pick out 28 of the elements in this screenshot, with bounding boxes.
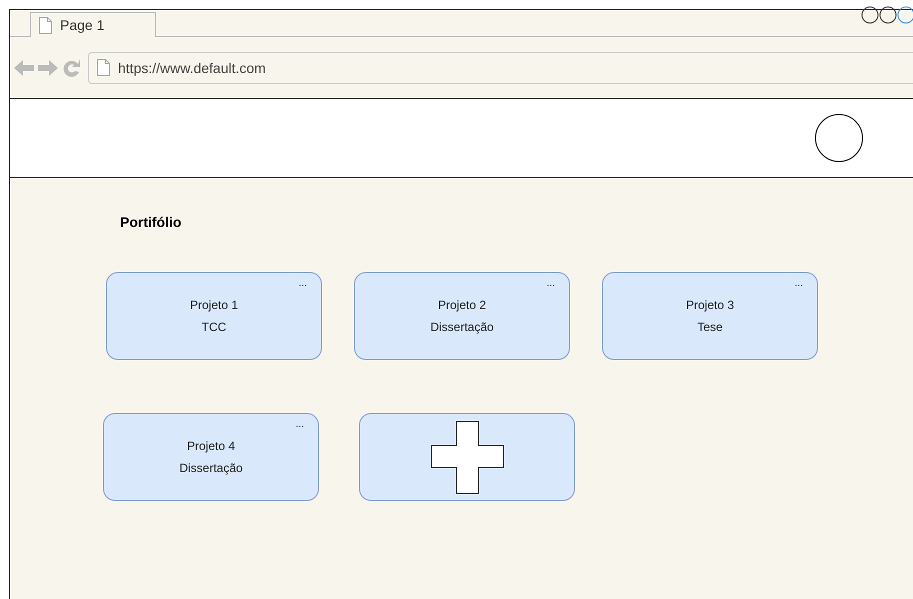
plus-icon xyxy=(430,420,504,494)
more-menu[interactable]: ... xyxy=(298,279,307,289)
page-icon xyxy=(39,16,52,34)
window-controls-icon[interactable] xyxy=(861,6,913,24)
project-name: Projeto 3 xyxy=(686,298,734,312)
add-project-card[interactable] xyxy=(359,413,575,501)
project-card[interactable]: ... Projeto 2 Dissertação xyxy=(354,272,570,360)
page-icon xyxy=(97,59,110,76)
project-type: Tese xyxy=(697,320,723,334)
project-card[interactable]: ... Projeto 1 TCC xyxy=(106,272,322,360)
project-name: Projeto 2 xyxy=(438,298,486,312)
reload-icon[interactable] xyxy=(62,58,82,78)
project-name: Projeto 1 xyxy=(190,298,238,312)
more-menu[interactable]: ... xyxy=(794,279,803,289)
forward-arrow-icon[interactable] xyxy=(38,58,58,76)
more-menu[interactable]: ... xyxy=(296,420,304,430)
project-type: Dissertação xyxy=(430,320,494,334)
project-card[interactable]: ... Projeto 3 Tese xyxy=(602,272,818,360)
browser-tab[interactable]: Page 1 xyxy=(30,12,156,37)
project-card[interactable]: ... Projeto 4 Dissertação xyxy=(103,413,319,501)
page-title: Portifólio xyxy=(120,214,182,230)
project-type: Dissertação xyxy=(179,461,243,475)
project-name: Projeto 4 xyxy=(186,439,236,453)
back-arrow-icon[interactable] xyxy=(14,58,34,76)
project-type: TCC xyxy=(202,320,226,334)
more-menu[interactable]: ... xyxy=(546,279,555,289)
address-bar[interactable]: https://www.default.com xyxy=(88,52,913,84)
avatar-circle[interactable] xyxy=(815,114,863,162)
